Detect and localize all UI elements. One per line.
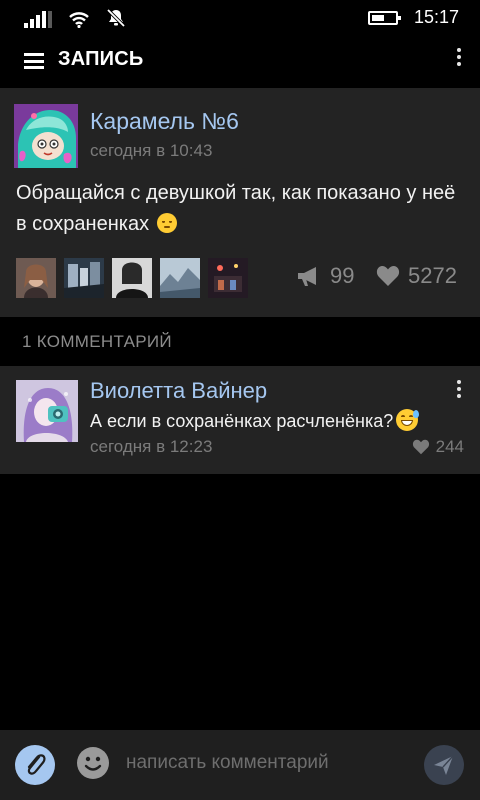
emoji-button[interactable] <box>77 747 109 779</box>
comment-input[interactable] <box>126 748 406 778</box>
attach-button[interactable] <box>15 745 55 785</box>
page-title: ЗАПИСЬ <box>58 48 144 70</box>
like-count: 5272 <box>408 263 457 288</box>
comment-like-count: 244 <box>435 437 464 456</box>
repost-stat[interactable]: 99 <box>296 263 354 289</box>
wifi-icon <box>69 12 89 28</box>
heart-icon <box>412 439 429 455</box>
status-icons <box>24 8 126 28</box>
comment-like-button[interactable]: 244 <box>412 437 464 457</box>
send-button[interactable] <box>424 745 464 785</box>
repost-count: 99 <box>330 263 355 288</box>
comment-composer <box>0 730 480 800</box>
comment-more-icon[interactable] <box>456 380 462 401</box>
comment-timestamp: сегодня в 12:23 <box>90 437 213 456</box>
avatar-illustration <box>14 104 78 168</box>
signal-icon <box>24 10 52 28</box>
post-author[interactable]: Карамель №6 <box>90 108 239 135</box>
smiley-icon <box>84 756 102 771</box>
comments-count-header: 1 КОММЕНТАРИЙ <box>22 332 172 351</box>
comment-text-body: А если в сохранёнках расчленёнка? <box>90 411 394 431</box>
hamburger-icon[interactable] <box>24 53 44 69</box>
post-card: Карамель №6 сегодня в 10:43 Обращайся с … <box>0 88 480 317</box>
comment-author[interactable]: Виолетта Вайнер <box>90 378 267 404</box>
send-icon <box>434 755 454 775</box>
photo-thumbnail-1[interactable] <box>16 258 56 298</box>
silent-bell-icon <box>106 8 126 28</box>
status-time: 15:17 <box>414 7 460 27</box>
photo-thumbnail-2[interactable] <box>64 258 104 298</box>
photo-thumbnail-4[interactable] <box>160 258 200 298</box>
status-bar: 15:17 <box>0 0 480 36</box>
relieved-face-emoji <box>156 213 177 233</box>
heart-icon <box>376 266 400 286</box>
post-text-body: Обращайся с девушкой так, как показано у… <box>16 182 456 235</box>
grinning-sweat-emoji <box>396 409 420 431</box>
megaphone-icon <box>298 267 316 286</box>
battery-icon <box>368 11 401 25</box>
photo-thumbnail-3[interactable] <box>112 258 152 298</box>
like-stat[interactable]: 5272 <box>376 263 457 289</box>
comment-text: А если в сохранёнках расчленёнка? <box>90 409 420 432</box>
photo-thumbnail-5[interactable] <box>208 258 248 298</box>
paperclip-icon <box>27 754 46 775</box>
post-timestamp: сегодня в 10:43 <box>90 141 213 160</box>
photo-attachments <box>16 258 248 298</box>
commenter-avatar[interactable] <box>16 380 78 442</box>
avatar-illustration <box>16 380 78 442</box>
post-text: Обращайся с девушкой так, как показано у… <box>16 178 456 240</box>
comment-card: Виолетта Вайнер А если в сохранёнках рас… <box>0 366 480 474</box>
more-vertical-icon[interactable] <box>456 48 462 69</box>
author-avatar[interactable] <box>14 104 78 168</box>
app-header: ЗАПИСЬ <box>0 36 480 86</box>
